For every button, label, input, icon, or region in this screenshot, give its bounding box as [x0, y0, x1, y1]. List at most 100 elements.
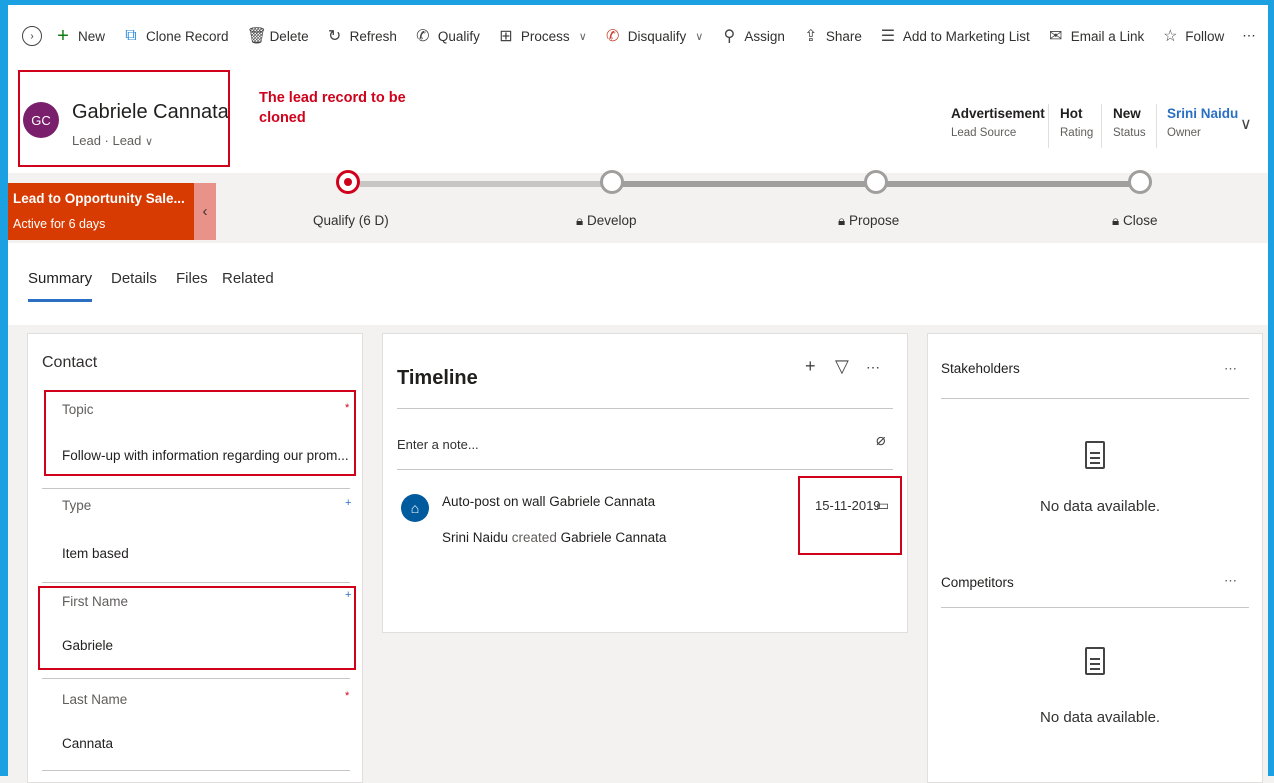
phone-cancel-icon: ✆ — [606, 28, 620, 45]
document-icon — [1085, 441, 1105, 469]
paperclip-icon[interactable]: ⌀ — [876, 430, 886, 450]
star-icon: ☆ — [1163, 28, 1178, 45]
propose-label: Propose — [848, 213, 900, 228]
topic-highlight-box — [44, 390, 356, 476]
command-bar: › + New ⧉ Clone Record 🗑 Delete ↻ Refresh ✆ Q… — [8, 5, 1268, 67]
divider — [42, 488, 350, 489]
rating-value: Hot — [1060, 106, 1083, 121]
active-tab-indicator — [28, 299, 92, 302]
delete-label: Delete — [269, 28, 309, 44]
email-link-button[interactable]: ✉ Email a Link — [1039, 26, 1154, 46]
filter-icon[interactable]: ▽ — [835, 356, 849, 377]
add-to-marketing-list-button[interactable]: ☰ Add to Marketing List — [871, 26, 1039, 46]
share-button[interactable]: ⇪ Share — [794, 26, 871, 46]
list-add-icon: ☰ — [880, 28, 896, 45]
section-title: Contact — [42, 354, 98, 371]
marketing-label: Add to Marketing List — [902, 28, 1030, 44]
process-name: Lead to Opportunity Sale... — [13, 191, 185, 206]
lead-source-value: Advertisement — [951, 106, 1045, 121]
window-border-left — [0, 0, 8, 776]
share-icon: ⇪ — [804, 28, 818, 45]
stage-label-qualify[interactable]: Qualify (6 D) — [313, 213, 389, 228]
phone-check-icon: ✆ — [416, 28, 430, 45]
stakeholders-more-icon[interactable]: ⋯ — [1224, 361, 1237, 377]
add-activity-plus-icon[interactable]: + — [805, 356, 816, 377]
circle-chevron-icon[interactable]: › — [22, 26, 42, 46]
assign-label: Assign — [744, 28, 785, 44]
email-icon: ✉ — [1049, 28, 1063, 45]
competitors-title: Competitors — [941, 575, 1014, 590]
stage-node-close[interactable] — [1128, 170, 1152, 194]
owner-label: Owner — [1167, 127, 1201, 139]
refresh-icon: ↻ — [327, 28, 342, 45]
stakeholders-empty-text: No data available. — [1040, 498, 1161, 515]
divider — [42, 678, 350, 679]
status-label: Status — [1113, 127, 1146, 139]
divider — [397, 408, 893, 409]
stakeholders-title: Stakeholders — [941, 361, 1020, 376]
qualify-button[interactable]: ✆ Qualify — [406, 26, 489, 46]
stage-label-close[interactable]: 🔒︎ Close — [1112, 213, 1157, 229]
document-icon — [1085, 647, 1105, 675]
refresh-button[interactable]: ↻ Refresh — [318, 26, 406, 46]
status-value: New — [1113, 106, 1141, 121]
stage-label-propose[interactable]: 🔒︎ Propose — [838, 213, 899, 229]
process-name-flyout[interactable]: Lead to Opportunity Sale... Active for 6… — [8, 183, 194, 240]
tab-summary[interactable]: Summary — [28, 270, 92, 287]
tab-related[interactable]: Related — [222, 270, 274, 287]
tab-details[interactable]: Details — [111, 270, 157, 287]
divider — [42, 582, 350, 583]
process-icon: ⊞ — [499, 28, 513, 45]
note-input[interactable]: Enter a note... — [397, 437, 479, 452]
lock-icon: 🔒︎ — [576, 213, 584, 228]
qualify-label: Qualify — [437, 28, 480, 44]
divider — [42, 770, 350, 771]
chevron-down-icon: ∨ — [578, 30, 587, 43]
collapse-process-chevron-icon[interactable]: ‹ — [194, 183, 216, 240]
stage-label-develop[interactable]: 🔒︎ Develop — [576, 213, 636, 229]
required-indicator: * — [345, 690, 350, 702]
last-name-field[interactable]: Cannata — [62, 736, 113, 751]
new-label: New — [78, 28, 106, 44]
stage-node-qualify[interactable] — [336, 170, 360, 194]
stage-node-develop[interactable] — [600, 170, 624, 194]
person-assign-icon: ⚲ — [723, 28, 736, 45]
share-label: Share — [825, 28, 862, 44]
date-highlight-box — [798, 476, 902, 555]
delete-button[interactable]: 🗑 Delete — [238, 26, 318, 46]
stage-node-propose[interactable] — [864, 170, 888, 194]
clone-record-button[interactable]: ⧉ Clone Record — [114, 27, 238, 45]
disqualify-button[interactable]: ✆ Disqualify ∨ — [596, 26, 713, 46]
timeline-title: Timeline — [397, 367, 478, 389]
chevron-down-icon: ∨ — [695, 30, 704, 43]
divider — [397, 469, 893, 470]
develop-label: Develop — [586, 213, 637, 228]
type-field[interactable]: Item based — [62, 546, 129, 561]
competitors-more-icon[interactable]: ⋯ — [1224, 573, 1237, 589]
new-button[interactable]: + New — [46, 25, 114, 48]
recommended-indicator: + — [345, 497, 352, 509]
process-button[interactable]: ⊞ Process ∨ — [489, 26, 596, 46]
process-connector — [612, 181, 874, 187]
trash-icon: 🗑 — [246, 28, 267, 45]
last-name-label: Last Name — [62, 692, 128, 707]
divider — [1101, 104, 1102, 148]
more-commands-button[interactable]: ⋯ — [1233, 28, 1265, 44]
process-duration: Active for 6 days — [13, 217, 106, 231]
post-title[interactable]: Auto-post on wall Gabriele Cannata — [442, 494, 655, 509]
post-target[interactable]: Gabriele Cannata — [561, 530, 667, 545]
expand-header-chevron-icon[interactable]: ∨ — [1240, 114, 1252, 134]
post-actor[interactable]: Srini Naidu — [442, 530, 508, 545]
clone-label: Clone Record — [146, 28, 229, 44]
first-name-highlight-box — [38, 586, 356, 670]
assign-button[interactable]: ⚲ Assign — [712, 26, 794, 46]
tab-files[interactable]: Files — [176, 270, 208, 287]
process-label: Process — [520, 28, 570, 44]
header-field-rating: Hot Rating — [1060, 106, 1093, 139]
close-label: Close — [1122, 213, 1158, 228]
more-options-icon[interactable]: ⋯ — [866, 359, 880, 376]
owner-link[interactable]: Srini Naidu — [1167, 106, 1238, 121]
process-connector — [360, 181, 610, 187]
follow-button[interactable]: ☆ Follow — [1153, 26, 1233, 46]
process-connector — [876, 181, 1140, 187]
